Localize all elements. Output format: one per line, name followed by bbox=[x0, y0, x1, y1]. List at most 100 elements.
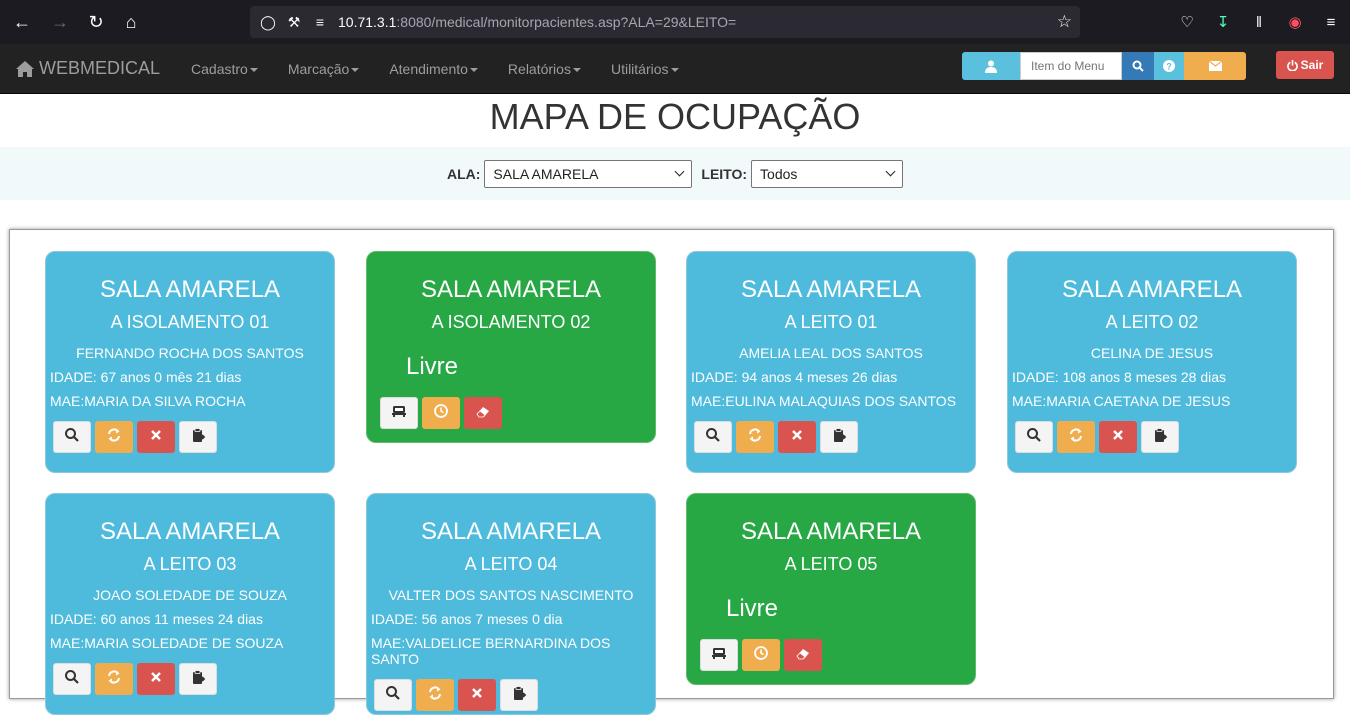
view-patient-button[interactable] bbox=[1015, 421, 1053, 453]
download-icon[interactable]: ↧ bbox=[1208, 4, 1238, 40]
transfer-button[interactable] bbox=[95, 421, 133, 453]
browser-tools: ♡ ↧ ‖ ◉ ≡ bbox=[1172, 4, 1346, 40]
patient-name: JOAO SOLEDADE DE SOUZA bbox=[93, 587, 287, 603]
admit-button[interactable] bbox=[700, 639, 738, 671]
menu-label: Marcação bbox=[287, 60, 350, 77]
lock-icon[interactable]: ⚒ bbox=[286, 14, 302, 31]
patient-name: CELINA DE JESUS bbox=[1090, 345, 1214, 361]
home-icon[interactable]: ⌂ bbox=[113, 4, 149, 40]
search-button[interactable] bbox=[1122, 52, 1154, 80]
transfer-button[interactable] bbox=[416, 679, 454, 711]
refresh-icon bbox=[1068, 427, 1084, 448]
search-icon bbox=[1026, 427, 1042, 448]
patient-mother: MAE:VALDELICE BERNARDINA DOS SANTO bbox=[371, 635, 611, 667]
prescription-button[interactable] bbox=[179, 421, 217, 453]
menu-atendimento[interactable]: Atendimento bbox=[374, 61, 493, 77]
leito-select-value: Todos bbox=[760, 165, 798, 182]
logout-button[interactable]: Sair bbox=[1276, 51, 1334, 79]
forward-icon[interactable]: → bbox=[42, 4, 78, 40]
discharge-button[interactable] bbox=[137, 663, 175, 695]
pocket-icon[interactable]: ♡ bbox=[1172, 4, 1202, 40]
view-patient-button[interactable] bbox=[53, 421, 91, 453]
url-text[interactable]: 10.71.3.1:8080/medical/monitorpacientes.… bbox=[338, 14, 736, 30]
back-icon[interactable]: ← bbox=[4, 4, 40, 40]
permissions-icon[interactable]: ≡ bbox=[312, 14, 328, 30]
bed-sala: SALA AMARELA bbox=[740, 518, 922, 545]
bed-sala: SALA AMARELA bbox=[740, 276, 922, 303]
menu-utilitarios[interactable]: Utilitários bbox=[596, 61, 694, 77]
menu-cadastro[interactable]: Cadastro bbox=[176, 61, 273, 77]
bed-free-label: Livre bbox=[726, 595, 779, 622]
page-title: MAPA DE OCUPAÇÃO bbox=[489, 96, 861, 137]
url-path: :8080/medical/monitorpacientes.asp?ALA=2… bbox=[396, 14, 737, 30]
patient-mother: MAE:MARIA SOLEDADE DE SOUZA bbox=[50, 635, 284, 651]
shield-icon[interactable]: ◯ bbox=[260, 14, 276, 31]
view-patient-button[interactable] bbox=[53, 663, 91, 695]
menu-icon[interactable]: ≡ bbox=[1316, 4, 1346, 40]
envelope-icon bbox=[1208, 61, 1222, 71]
library-icon[interactable]: ‖ bbox=[1244, 4, 1274, 40]
cleaning-button[interactable] bbox=[784, 639, 822, 671]
ala-select-value: SALA AMARELA bbox=[493, 165, 599, 182]
discharge-button[interactable] bbox=[778, 421, 816, 453]
bed-actions bbox=[380, 397, 655, 429]
clock-icon bbox=[753, 645, 769, 666]
prescription-button[interactable] bbox=[820, 421, 858, 453]
menu-relatorios[interactable]: Relatórios bbox=[493, 61, 596, 77]
leito-select[interactable]: Todos bbox=[751, 159, 904, 188]
admit-button[interactable] bbox=[380, 397, 418, 429]
patient-name: AMELIA LEAL DOS SANTOS bbox=[739, 345, 923, 361]
logout-label: Sair bbox=[1300, 58, 1324, 72]
search-icon bbox=[705, 427, 721, 448]
svg-text:?: ? bbox=[1166, 62, 1172, 72]
user-icon bbox=[985, 60, 997, 73]
bed-leito: A ISOLAMENTO 01 bbox=[110, 312, 270, 332]
bed-leito: A ISOLAMENTO 02 bbox=[431, 312, 591, 332]
app-navbar: WEBMEDICAL Cadastro Marcação Atendimento… bbox=[0, 44, 1350, 94]
help-button[interactable]: ? bbox=[1154, 52, 1184, 80]
menu-marcacao[interactable]: Marcação bbox=[273, 61, 374, 77]
bed-actions bbox=[374, 679, 655, 711]
ala-label: ALA: bbox=[446, 165, 481, 182]
extension-icon[interactable]: ◉ bbox=[1280, 4, 1310, 40]
prescription-button[interactable] bbox=[500, 679, 538, 711]
messages-button[interactable] bbox=[1184, 52, 1246, 80]
bookmark-star-icon[interactable]: ☆ bbox=[1057, 12, 1072, 32]
bed-leito: A LEITO 02 bbox=[1105, 312, 1199, 332]
refresh-icon bbox=[106, 427, 122, 448]
bed-card: SALA AMARELA A ISOLAMENTO 02 Livre bbox=[366, 251, 656, 443]
prescription-button[interactable] bbox=[1141, 421, 1179, 453]
reload-icon[interactable]: ↻ bbox=[78, 4, 114, 40]
discharge-button[interactable] bbox=[458, 679, 496, 711]
view-patient-button[interactable] bbox=[374, 679, 412, 711]
cleaning-button[interactable] bbox=[464, 397, 502, 429]
chevron-down-icon bbox=[674, 166, 685, 177]
bed-actions bbox=[1015, 421, 1296, 453]
discharge-button[interactable] bbox=[1099, 421, 1137, 453]
transfer-button[interactable] bbox=[1057, 421, 1095, 453]
ala-select[interactable]: SALA AMARELA bbox=[484, 159, 693, 188]
menu-search-input[interactable] bbox=[1020, 52, 1122, 80]
clipboard-icon bbox=[1152, 427, 1168, 448]
bed-icon bbox=[391, 403, 407, 424]
home-icon bbox=[16, 60, 34, 77]
transfer-button[interactable] bbox=[736, 421, 774, 453]
bed-card: SALA AMARELA A LEITO 02 CELINA DE JESUS IDA… bbox=[1007, 251, 1297, 473]
question-icon: ? bbox=[1163, 60, 1175, 72]
bed-leito: A LEITO 03 bbox=[143, 554, 237, 574]
url-bar[interactable]: ◯ ⚒ ≡ 10.71.3.1:8080/medical/monitorpaci… bbox=[250, 6, 1080, 38]
caret-icon bbox=[249, 67, 258, 72]
brand[interactable]: WEBMEDICAL bbox=[15, 58, 160, 79]
discharge-button[interactable] bbox=[137, 421, 175, 453]
view-patient-button[interactable] bbox=[694, 421, 732, 453]
reserve-button[interactable] bbox=[742, 639, 780, 671]
browser-toolbar: ← → ↻ ⌂ ◯ ⚒ ≡ 10.71.3.1:8080/medical/mon… bbox=[0, 0, 1350, 44]
patient-age: IDADE: 56 anos 7 meses 0 dia bbox=[371, 611, 563, 627]
reserve-button[interactable] bbox=[422, 397, 460, 429]
transfer-button[interactable] bbox=[95, 663, 133, 695]
patient-mother: MAE:MARIA DA SILVA ROCHA bbox=[50, 393, 246, 409]
user-button[interactable] bbox=[962, 52, 1020, 80]
prescription-button[interactable] bbox=[179, 663, 217, 695]
clipboard-icon bbox=[831, 427, 847, 448]
caret-icon bbox=[469, 67, 478, 72]
